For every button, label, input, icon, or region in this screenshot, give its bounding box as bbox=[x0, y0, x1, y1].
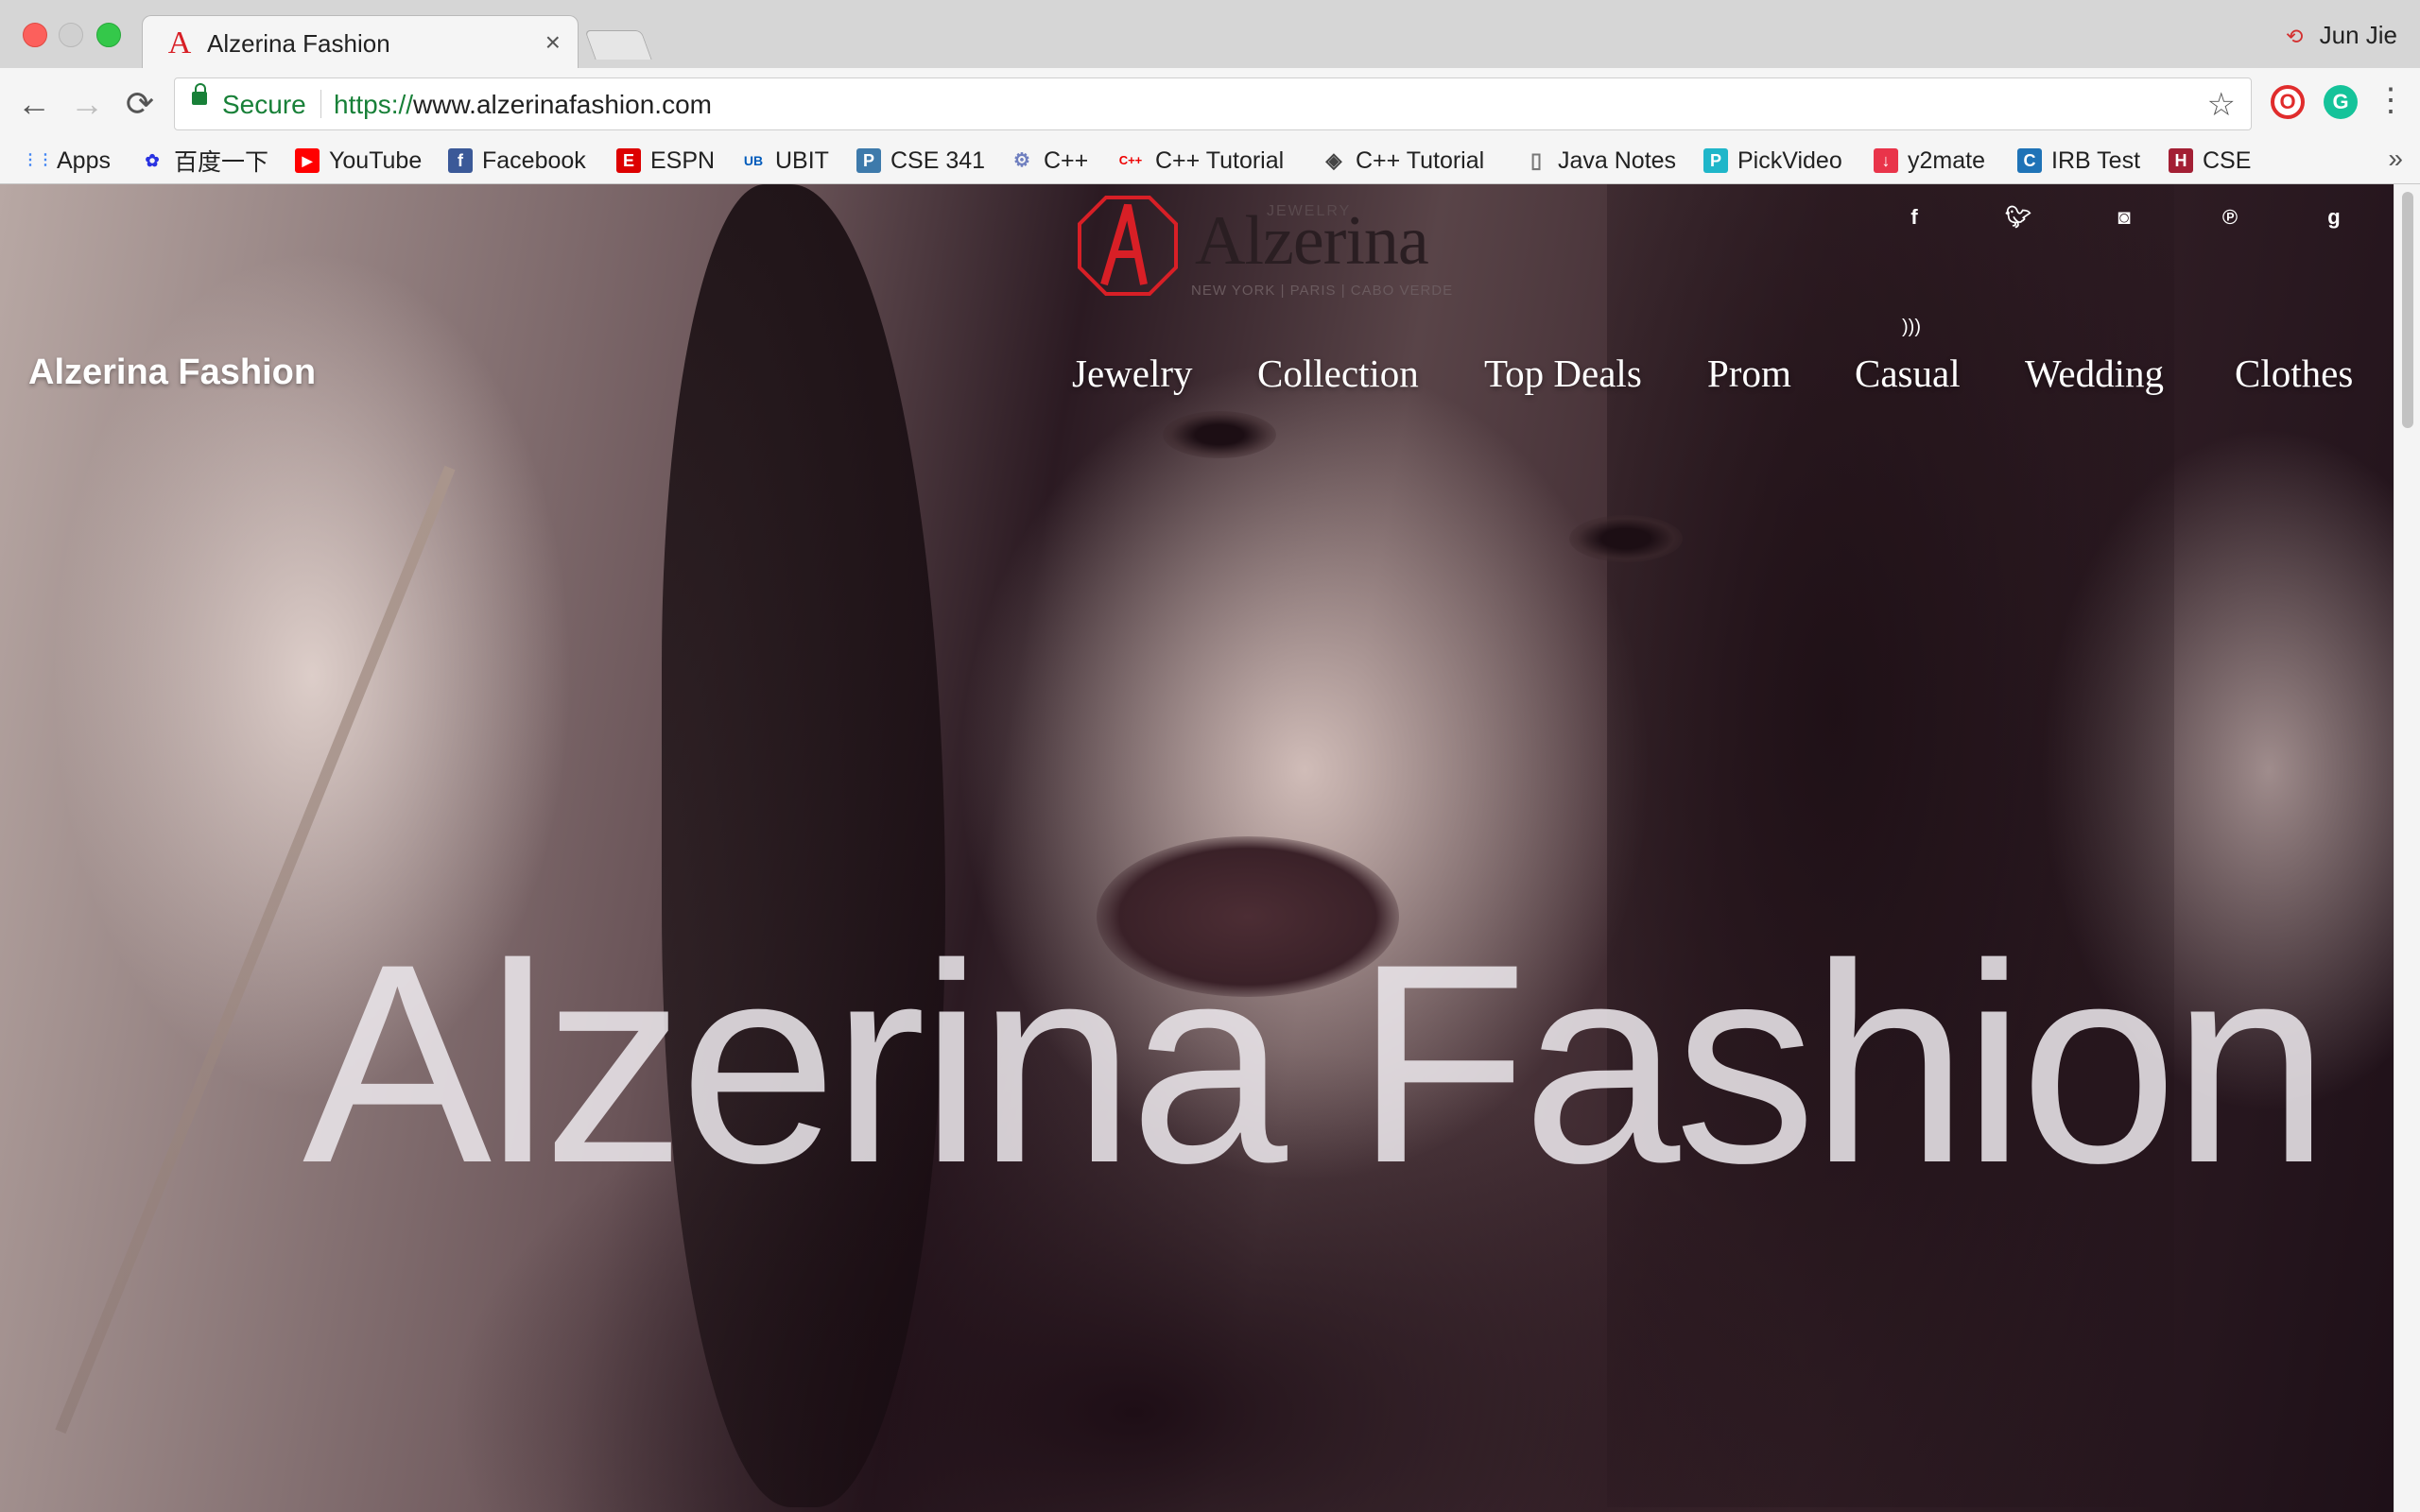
document-icon: ▯ bbox=[1530, 148, 1543, 172]
bookmark-y2mate[interactable]: ↓ y2mate bbox=[1874, 144, 1985, 178]
logo-tagline: NEW YORK | PARIS | CABO VERDE bbox=[1191, 283, 1454, 299]
baidu-paw-icon: ✿ bbox=[145, 151, 160, 170]
alzerina-logo-icon bbox=[1078, 196, 1178, 296]
espn-icon: E bbox=[616, 148, 641, 173]
bookmark-label: 百度一下 bbox=[174, 149, 269, 176]
bookmark-label: y2mate bbox=[1908, 146, 1985, 174]
facebook-icon[interactable]: f bbox=[1900, 205, 1928, 230]
cpp-tutorial-icon: C++ bbox=[1118, 153, 1143, 167]
piazza-icon: P bbox=[856, 148, 881, 173]
nav-collection[interactable]: Collection bbox=[1257, 351, 1419, 396]
address-divider bbox=[320, 90, 321, 118]
rss-icon[interactable]: ))) bbox=[1902, 317, 1921, 338]
site-logo[interactable]: JEWELRY Alzerina NEW YORK | PARIS | CABO… bbox=[1068, 184, 1465, 317]
bookmark-label: YouTube bbox=[329, 146, 423, 174]
scrollbar-thumb[interactable] bbox=[2402, 192, 2413, 428]
hero-photo-eye bbox=[1163, 411, 1276, 458]
bookmark-label: CSE bbox=[2203, 146, 2252, 174]
profile-sync-icon: ⟲ bbox=[2285, 25, 2304, 48]
bookmark-label: Java Notes bbox=[1558, 146, 1677, 174]
nav-casual[interactable]: Casual bbox=[1855, 351, 1961, 396]
bookmark-cse341[interactable]: P CSE 341 bbox=[856, 144, 985, 178]
profile-button[interactable]: ⟲ Jun Jie bbox=[2286, 21, 2397, 50]
ub-icon: UB bbox=[743, 153, 764, 168]
bookmark-label: C++ Tutorial bbox=[1356, 146, 1485, 174]
bookmark-pickvideo[interactable]: P PickVideo bbox=[1703, 144, 1842, 178]
page-scrollbar[interactable] bbox=[2394, 184, 2420, 1512]
grammarly-icon[interactable]: G bbox=[2324, 85, 2358, 119]
browser-tab[interactable]: A Alzerina Fashion × bbox=[142, 15, 579, 71]
facebook-icon: f bbox=[448, 148, 473, 173]
bookmark-label: PickVideo bbox=[1737, 146, 1842, 174]
bookmark-cpp-tutorial-2[interactable]: ◈ C++ Tutorial bbox=[1322, 144, 1485, 178]
google-plus-icon[interactable]: g bbox=[2320, 205, 2348, 230]
bookmark-java-notes[interactable]: ▯ Java Notes bbox=[1524, 144, 1676, 178]
bookmark-apps[interactable]: ⋮⋮ Apps bbox=[23, 144, 111, 178]
url-text[interactable]: https://www.alzerinafashion.com bbox=[334, 90, 712, 120]
download-icon: ↓ bbox=[1874, 148, 1898, 173]
bookmark-espn[interactable]: E ESPN bbox=[616, 144, 715, 178]
close-window-button[interactable] bbox=[23, 23, 47, 47]
twitter-icon[interactable]: 🐦︎ bbox=[2004, 205, 2032, 230]
bookmarks-overflow-icon[interactable]: » bbox=[2388, 144, 2403, 174]
url-host: www.alzerinafashion.com bbox=[413, 90, 712, 119]
bookmark-youtube[interactable]: ▶ YouTube bbox=[295, 144, 422, 178]
nav-wedding[interactable]: Wedding bbox=[2025, 351, 2164, 396]
nav-jewelry[interactable]: Jewelry bbox=[1072, 351, 1193, 396]
tab-close-icon[interactable]: × bbox=[545, 27, 561, 58]
bookmark-facebook[interactable]: f Facebook bbox=[448, 144, 586, 178]
browser-toolbar: ← → ⟳ Secure https://www.alzerinafashion… bbox=[0, 68, 2420, 140]
nav-top-deals[interactable]: Top Deals bbox=[1484, 351, 1642, 396]
new-tab-button[interactable] bbox=[584, 30, 652, 60]
site-brand-link[interactable]: Alzerina Fashion bbox=[28, 352, 316, 393]
bookmark-star-icon[interactable]: ☆ bbox=[2207, 86, 2236, 124]
browser-menu-icon[interactable]: ⋮ bbox=[2375, 81, 2407, 119]
lock-icon[interactable] bbox=[192, 83, 207, 105]
opera-vpn-icon[interactable]: O bbox=[2271, 85, 2305, 119]
alzerina-favicon-icon: A bbox=[167, 26, 192, 60]
forward-arrow-icon[interactable]: → bbox=[68, 85, 106, 123]
bookmark-baidu[interactable]: ✿ 百度一下 bbox=[140, 144, 268, 178]
logo-wordmark: Alzerina bbox=[1195, 202, 1429, 280]
hero-section: Alzerina Fashion JEWELRY Alzerina NEW YO… bbox=[0, 184, 2394, 1512]
bookmark-label: UBIT bbox=[775, 146, 829, 174]
bookmark-label: Apps bbox=[57, 146, 111, 174]
browser-titlebar: A Alzerina Fashion × ⟲ Jun Jie bbox=[0, 0, 2420, 71]
bookmark-cpp-tutorial-1[interactable]: C++ C++ Tutorial bbox=[1115, 144, 1284, 178]
hero-photo-shadow bbox=[662, 184, 945, 1507]
bookmark-label: Facebook bbox=[482, 146, 586, 174]
bookmark-label: IRB Test bbox=[2051, 146, 2141, 174]
bookmark-cse[interactable]: H CSE bbox=[2169, 144, 2251, 178]
profile-name: Jun Jie bbox=[2319, 21, 2397, 49]
diamond-icon: ◈ bbox=[1325, 148, 1342, 172]
reload-icon[interactable]: ⟳ bbox=[121, 85, 159, 123]
bookmark-ubit[interactable]: UB UBIT bbox=[741, 144, 829, 178]
bookmark-label: C++ bbox=[1044, 146, 1089, 174]
instagram-icon[interactable]: ◙ bbox=[2110, 205, 2138, 230]
nav-clothes[interactable]: Clothes bbox=[2235, 351, 2353, 396]
back-arrow-icon[interactable]: ← bbox=[15, 85, 53, 123]
cpp-icon: ⚙ bbox=[1013, 150, 1030, 171]
maximize-window-button[interactable] bbox=[96, 23, 121, 47]
bookmark-cpp[interactable]: ⚙ C++ bbox=[1010, 144, 1088, 178]
citi-icon: C bbox=[2017, 148, 2042, 173]
apps-grid-icon: ⋮⋮ bbox=[23, 152, 53, 168]
bookmark-label: CSE 341 bbox=[890, 146, 986, 174]
youtube-icon: ▶ bbox=[295, 148, 320, 173]
pickvideo-icon: P bbox=[1703, 148, 1728, 173]
tab-title: Alzerina Fashion bbox=[207, 29, 390, 58]
h-icon: H bbox=[2169, 148, 2193, 173]
bookmarks-bar: ⋮⋮ Apps ✿ 百度一下 ▶ YouTube f Facebook E ESPN UB… bbox=[0, 140, 2420, 184]
minimize-window-button[interactable] bbox=[59, 23, 83, 47]
bookmark-irb-test[interactable]: C IRB Test bbox=[2017, 144, 2140, 178]
url-scheme: https:// bbox=[334, 90, 414, 119]
pinterest-icon[interactable]: ℗ bbox=[2216, 205, 2244, 230]
bookmark-label: ESPN bbox=[650, 146, 716, 174]
hero-photo-eye bbox=[1569, 515, 1683, 562]
nav-prom[interactable]: Prom bbox=[1707, 351, 1791, 396]
address-bar[interactable]: Secure https://www.alzerinafashion.com ☆ bbox=[174, 77, 2252, 130]
bookmark-label: C++ Tutorial bbox=[1155, 146, 1285, 174]
hero-title: Alzerina Fashion bbox=[302, 904, 2329, 1222]
secure-label[interactable]: Secure bbox=[222, 90, 306, 120]
